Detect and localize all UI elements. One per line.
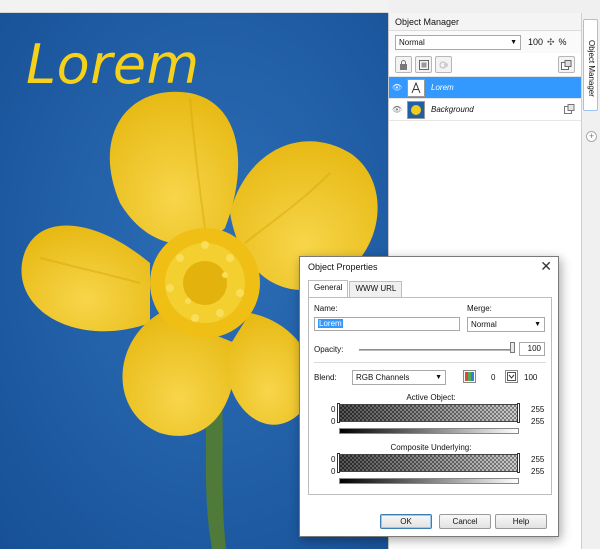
new-object-icon[interactable] <box>558 56 575 73</box>
blend-high-value: 100 <box>524 373 538 382</box>
active-min-handle[interactable] <box>337 403 340 423</box>
blend-mode-value: Normal <box>399 37 425 47</box>
name-input[interactable]: Lorem <box>314 317 460 331</box>
composite-range-slider[interactable] <box>339 454 519 472</box>
chevron-down-icon: ▼ <box>435 374 442 381</box>
merge-label: Merge: <box>467 304 492 313</box>
composite-max-1: 255 <box>531 455 545 464</box>
layer-name: Lorem <box>431 83 454 92</box>
blend-channels-dropdown[interactable]: RGB Channels ▼ <box>352 370 446 385</box>
add-docker-icon[interactable]: + <box>586 131 597 142</box>
blend-mode-dropdown[interactable]: Normal ▼ <box>395 34 521 50</box>
composite-max-handle[interactable] <box>517 453 520 473</box>
image-layer-thumbnail <box>407 100 425 119</box>
name-input-value: Lorem <box>318 319 343 328</box>
opacity-value[interactable]: 100 <box>525 37 543 47</box>
composite-min-1: 0 <box>331 455 336 464</box>
layer-name: Background <box>431 105 474 114</box>
eye-icon[interactable]: 👁 <box>389 83 405 92</box>
layer-row-lorem[interactable]: 👁 Lorem <box>389 77 581 99</box>
blend-channels-value: RGB Channels <box>356 373 410 382</box>
active-max-2: 255 <box>531 417 545 426</box>
tab-general[interactable]: General <box>308 280 349 297</box>
general-panel: Name: Lorem Merge: Normal ▼ Opacity: 100… <box>308 297 552 495</box>
active-max-handle[interactable] <box>517 403 520 423</box>
chevron-down-icon: ▼ <box>534 321 541 328</box>
opacity-input[interactable]: 100 <box>519 342 545 356</box>
object-manager-title: Object Manager <box>389 13 581 31</box>
composite-ramp <box>339 478 519 484</box>
name-label: Name: <box>314 304 338 313</box>
tab-object-manager-label: Object Manager <box>587 40 596 97</box>
eye-icon[interactable]: 👁 <box>389 105 405 114</box>
dialog-title-bar: Object Properties ✕ <box>300 257 558 279</box>
blend-low-value: 0 <box>491 373 496 382</box>
chevron-down-icon: ▼ <box>510 38 517 46</box>
layer-lock-icon[interactable] <box>564 104 575 116</box>
docker-tab-strip: Object Manager + <box>581 13 600 549</box>
composite-max-2: 255 <box>531 467 545 476</box>
active-max-1: 255 <box>531 405 545 414</box>
merge-dropdown[interactable]: Normal ▼ <box>467 317 545 332</box>
opacity-label: Opacity: <box>314 345 344 354</box>
active-object-ramp <box>339 428 519 434</box>
canvas-top-bar <box>0 0 388 13</box>
opacity-slider-thumb[interactable] <box>510 342 515 353</box>
help-button[interactable]: Help <box>495 514 547 529</box>
opacity-unit: % <box>558 37 567 47</box>
dialog-tabs: General WWW URL <box>308 280 403 298</box>
object-properties-dialog: Object Properties ✕ General WWW URL Name… <box>299 256 559 537</box>
clip-icon[interactable] <box>435 56 452 73</box>
opacity-slider-track[interactable] <box>359 349 515 351</box>
close-icon[interactable]: ✕ <box>540 259 552 273</box>
active-object-label: Active Object: <box>406 393 456 402</box>
lock-icon[interactable] <box>395 56 412 73</box>
blend-label: Blend: <box>314 373 337 382</box>
layer-row-background[interactable]: 👁 Background <box>389 99 581 121</box>
merge-value: Normal <box>471 320 497 329</box>
active-min-2: 0 <box>331 417 336 426</box>
cancel-button[interactable]: Cancel <box>439 514 491 529</box>
composite-min-handle[interactable] <box>337 453 340 473</box>
opacity-spin-icon[interactable]: ✣ <box>547 37 555 48</box>
tab-object-manager[interactable]: Object Manager <box>583 19 598 111</box>
active-object-range-slider[interactable] <box>339 404 519 422</box>
text-layer-thumbnail <box>407 78 425 97</box>
ok-button[interactable]: OK <box>380 514 432 529</box>
channels-icon[interactable] <box>463 370 476 383</box>
divider <box>314 362 546 363</box>
canvas-lorem-text[interactable]: Lorem <box>26 38 200 92</box>
active-min-1: 0 <box>331 405 336 414</box>
layers-list: 👁 Lorem 👁 Background <box>389 77 581 121</box>
dialog-title: Object Properties <box>308 262 378 272</box>
invert-icon[interactable] <box>505 370 518 383</box>
composite-underlying-label: Composite Underlying: <box>390 443 472 452</box>
layer-buttons-bar <box>389 53 581 77</box>
mask-icon[interactable] <box>415 56 432 73</box>
tab-www-url[interactable]: WWW URL <box>349 281 403 297</box>
object-manager-toolbar: Normal ▼ 100 ✣ % <box>389 31 581 53</box>
composite-min-2: 0 <box>331 467 336 476</box>
